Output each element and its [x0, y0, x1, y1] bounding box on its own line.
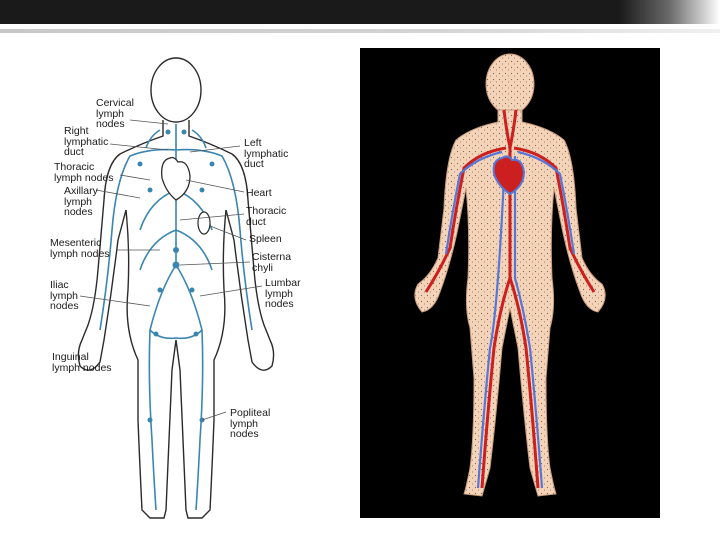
label-thoracic-lymph-nodes: Thoracic lymph nodes [54, 161, 114, 184]
label-lumbar-lymph-nodes: Lumbar lymph nodes [265, 277, 301, 310]
lymphatic-system-diagram: Cervical lymph nodes Right lymphatic duc… [0, 40, 350, 540]
slide-top-rule [0, 29, 720, 33]
circulatory-system-figure [360, 48, 660, 518]
label-left-lymphatic-duct: Left lymphatic duct [244, 137, 289, 170]
label-cervical-lymph-nodes: Cervical lymph nodes [96, 97, 134, 130]
circulatory-body-svg [414, 53, 606, 497]
spleen-shape [197, 211, 211, 235]
label-mesenteric-lymph-nodes: Mesenteric lymph nodes [50, 237, 110, 260]
label-heart: Heart [246, 187, 272, 199]
heart-shape [161, 156, 191, 201]
label-inguinal-lymph-nodes: Inguinal lymph nodes [52, 351, 112, 374]
label-popliteal-lymph-nodes: Popliteal lymph nodes [230, 407, 271, 440]
label-spleen: Spleen [249, 233, 282, 245]
label-thoracic-duct: Thoracic duct [246, 205, 287, 228]
label-right-lymphatic-duct: Right lymphatic duct [64, 125, 109, 158]
label-axillary-lymph-nodes: Axillary lymph nodes [64, 185, 98, 218]
label-iliac-lymph-nodes: Iliac lymph nodes [50, 279, 79, 312]
slide-top-bar [0, 0, 720, 24]
head-outline [150, 57, 202, 123]
label-cisterna-chyli: Cisterna chyli [252, 251, 292, 274]
